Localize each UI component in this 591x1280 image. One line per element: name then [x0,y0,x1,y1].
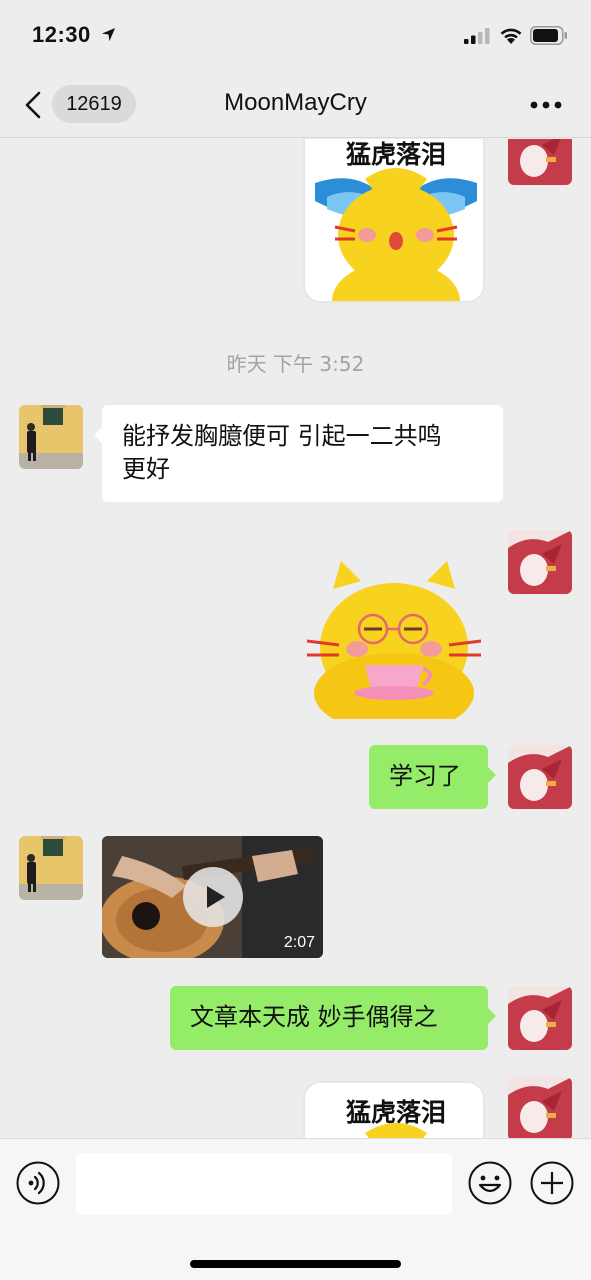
wifi-icon [500,28,522,44]
crying-tiger-sticker-image: 猛虎落泪 [305,139,483,301]
contact-avatar[interactable] [19,405,83,469]
video-message[interactable]: 2:07 [102,836,323,958]
sticker-message[interactable] [303,543,485,719]
my-avatar[interactable] [508,745,572,809]
sticker-caption: 猛虎落泪 [345,1098,446,1127]
video-duration: 2:07 [283,934,315,951]
back-chevron-icon[interactable] [24,91,42,119]
unread-count-badge[interactable]: 12619 [52,85,136,123]
message-list[interactable]: 猛虎落泪 昨天 下午 3:52 能抒发胸臆便可 引起一二共鸣 更好 学习了 2:… [0,139,591,1138]
sticker-message[interactable]: 猛虎落泪 [303,139,485,303]
tea-tiger-sticker-image [306,561,482,719]
my-avatar[interactable] [508,139,572,185]
input-bar [0,1138,591,1280]
status-bar: 12:30 [0,0,591,72]
my-avatar[interactable] [508,1077,572,1138]
more-options-icon[interactable] [530,101,562,109]
plus-icon[interactable] [530,1161,574,1205]
incoming-text-bubble[interactable]: 能抒发胸臆便可 引起一二共鸣 更好 [94,405,503,502]
emoji-icon[interactable] [468,1161,512,1205]
message-text: 文章本天成 妙手偶得之 [190,1003,438,1031]
my-avatar[interactable] [508,530,572,594]
chat-header: 12619 MoonMayCry [0,72,591,138]
my-avatar[interactable] [508,986,572,1050]
crying-tiger-sticker-image: 猛虎落泪 [305,1083,483,1138]
message-text: 能抒发胸臆便可 引起一二共鸣 [122,422,442,450]
voice-input-icon[interactable] [16,1161,60,1205]
message-input[interactable] [76,1153,452,1215]
outgoing-text-bubble[interactable]: 文章本天成 妙手偶得之 [170,986,496,1050]
sticker-caption: 猛虎落泪 [345,140,446,169]
battery-icon [530,26,567,45]
message-text: 学习了 [389,762,461,790]
cellular-signal-icon [464,28,490,44]
message-text: 更好 [122,455,170,483]
status-time: 12:30 [32,22,91,47]
play-button-icon[interactable] [182,866,244,928]
contact-avatar[interactable] [19,836,83,900]
location-arrow-icon [101,27,116,42]
home-indicator [190,1260,401,1268]
outgoing-text-bubble[interactable]: 学习了 [369,745,496,809]
chat-title: MoonMayCry [224,89,367,116]
message-timestamp: 昨天 下午 3:52 [226,352,365,376]
sticker-message[interactable]: 猛虎落泪 [303,1081,485,1138]
